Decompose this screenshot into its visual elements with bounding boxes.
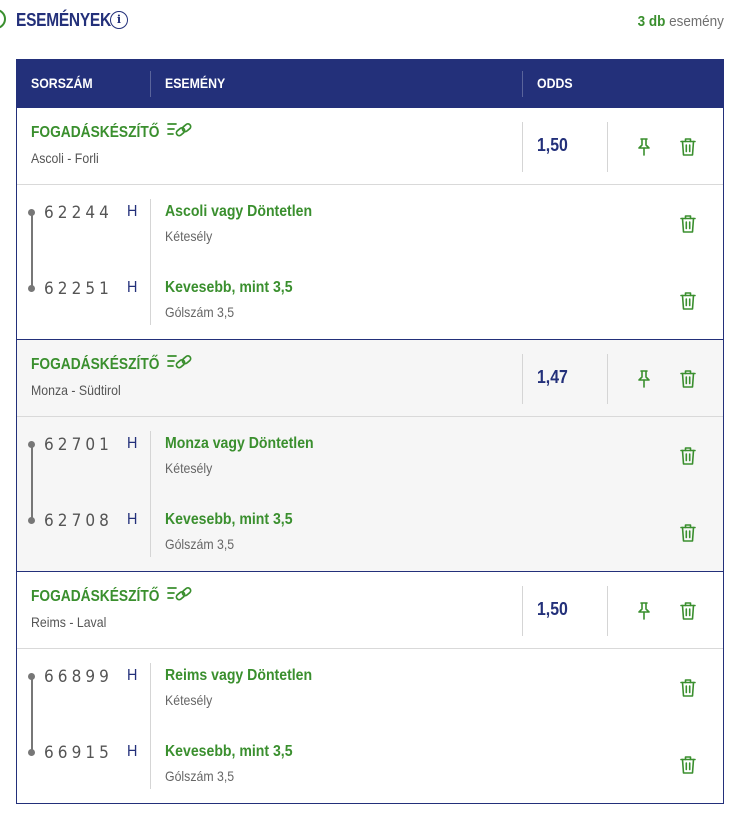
selections-block: 66899 H Reims vagy Döntetlen Kétesély 66… (17, 649, 723, 803)
info-icon[interactable]: i (110, 11, 128, 29)
odds-divider (522, 354, 523, 404)
header-divider (150, 71, 151, 97)
odds-value: 1,50 (537, 599, 568, 619)
selection-flag: H (127, 435, 138, 452)
selections-block: 62244 H Ascoli vagy Döntetlen Kétesély 6… (17, 185, 723, 339)
selection-code: 62251 (44, 279, 113, 299)
bet-builder-name: FOGADÁSKÉSZÍTŐ (31, 356, 160, 373)
trash-icon[interactable] (679, 755, 697, 775)
match-name: Monza - Südtirol (31, 382, 121, 398)
timeline-dot (28, 517, 35, 524)
odds-value: 1,50 (537, 135, 568, 155)
market-name: Gólszám 3,5 (165, 768, 235, 784)
selection-flag: H (127, 511, 138, 528)
step-indicator (0, 9, 6, 29)
selection-code: 66899 (44, 667, 113, 687)
pin-icon[interactable] (635, 601, 653, 621)
odds-value: 1,47 (537, 367, 568, 387)
bet-builder-row: FOGADÁSKÉSZÍTŐ Monza - Südtirol 1,47 (17, 340, 723, 417)
number-divider (150, 431, 151, 557)
events-table: SORSZÁM ESEMÉNY ODDS FOGADÁSKÉSZÍTŐ Asco… (16, 59, 724, 804)
actions-divider (607, 354, 608, 404)
selection-name: Reims vagy Döntetlen (165, 667, 313, 684)
events-header: ESEMÉNYEK i 3 db esemény (0, 0, 734, 44)
selection-name: Kevesebb, mint 3,5 (165, 279, 293, 296)
bet-builder-name: FOGADÁSKÉSZÍTŐ (31, 588, 160, 605)
trash-icon[interactable] (679, 678, 697, 698)
bet-builder-group: FOGADÁSKÉSZÍTŐ Ascoli - Forli 1,50 62244… (17, 108, 723, 339)
odds-divider (522, 586, 523, 636)
selection-name: Ascoli vagy Döntetlen (165, 203, 313, 220)
timeline-dot (28, 209, 35, 216)
selection-code: 62701 (44, 435, 113, 455)
bet-builder-row: FOGADÁSKÉSZÍTŐ Ascoli - Forli 1,50 (17, 108, 723, 185)
odds-divider (522, 122, 523, 172)
selection-code: 62708 (44, 511, 113, 531)
table-header: SORSZÁM ESEMÉNY ODDS (17, 59, 723, 108)
trash-icon[interactable] (679, 446, 697, 466)
trash-icon[interactable] (679, 137, 697, 157)
market-name: Gólszám 3,5 (165, 536, 235, 552)
market-name: Kétesély (165, 460, 213, 476)
match-name: Ascoli - Forli (31, 150, 99, 166)
trash-icon[interactable] (679, 601, 697, 621)
column-header-odds: ODDS (537, 75, 573, 91)
trash-icon[interactable] (679, 291, 697, 311)
bet-builder-group: FOGADÁSKÉSZÍTŐ Monza - Südtirol 1,47 627… (17, 339, 723, 571)
trash-icon[interactable] (679, 523, 697, 543)
pin-icon[interactable] (635, 369, 653, 389)
bet-builder-link-icon (167, 586, 192, 601)
match-name: Reims - Laval (31, 614, 107, 630)
event-count-number: 3 db (637, 13, 666, 30)
header-divider (522, 71, 523, 97)
column-header-event: ESEMÉNY (165, 75, 226, 91)
timeline-line (31, 444, 33, 522)
actions-divider (607, 122, 608, 172)
timeline-dot (28, 673, 35, 680)
market-name: Kétesély (165, 692, 213, 708)
bet-builder-link-icon (167, 122, 192, 137)
bet-builder-link-icon (167, 354, 192, 369)
page-title: ESEMÉNYEK (16, 10, 111, 30)
market-name: Gólszám 3,5 (165, 304, 235, 320)
timeline-dot (28, 749, 35, 756)
column-header-number: SORSZÁM (31, 75, 93, 91)
selection-name: Kevesebb, mint 3,5 (165, 743, 293, 760)
timeline-line (31, 676, 33, 754)
actions-divider (607, 586, 608, 636)
selection-name: Monza vagy Döntetlen (165, 435, 314, 452)
trash-icon[interactable] (679, 214, 697, 234)
bet-builder-name: FOGADÁSKÉSZÍTŐ (31, 124, 160, 141)
event-count-label: esemény (669, 13, 724, 30)
number-divider (150, 663, 151, 789)
selections-block: 62701 H Monza vagy Döntetlen Kétesély 62… (17, 417, 723, 571)
selection-flag: H (127, 667, 138, 684)
bet-builder-row: FOGADÁSKÉSZÍTŐ Reims - Laval 1,50 (17, 572, 723, 649)
selection-name: Kevesebb, mint 3,5 (165, 511, 293, 528)
selection-flag: H (127, 743, 138, 760)
trash-icon[interactable] (679, 369, 697, 389)
timeline-line (31, 212, 33, 290)
event-count: 3 db esemény (638, 13, 724, 30)
selection-code: 62244 (44, 203, 113, 223)
selection-code: 66915 (44, 743, 113, 763)
selection-flag: H (127, 279, 138, 296)
selection-flag: H (127, 203, 138, 220)
timeline-dot (28, 441, 35, 448)
timeline-dot (28, 285, 35, 292)
bet-builder-group: FOGADÁSKÉSZÍTŐ Reims - Laval 1,50 66899 … (17, 571, 723, 803)
pin-icon[interactable] (635, 137, 653, 157)
number-divider (150, 199, 151, 325)
market-name: Kétesély (165, 228, 213, 244)
